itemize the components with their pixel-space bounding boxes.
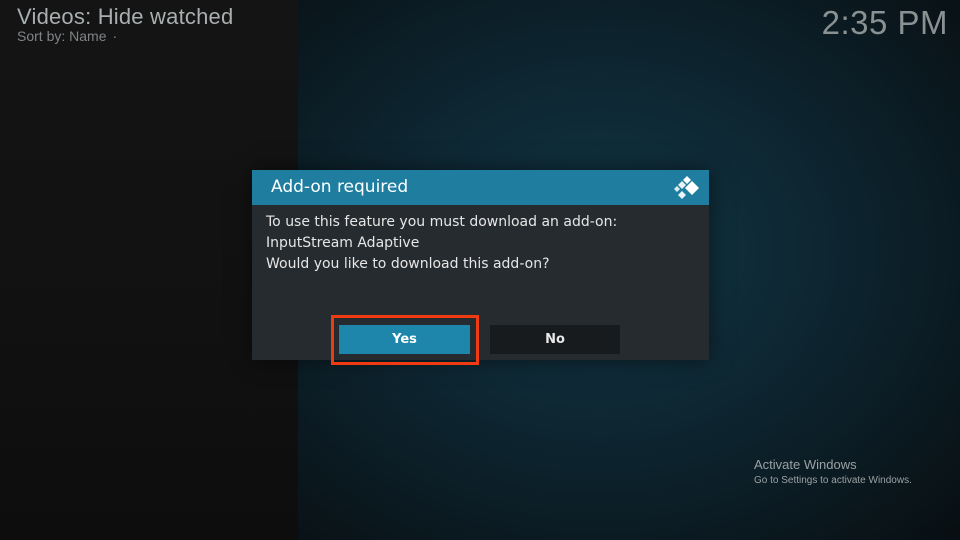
dialog-title: Add-on required — [271, 177, 409, 197]
sort-indicator[interactable]: Sort by: Name · — [17, 28, 117, 44]
page-title: Videos: Hide watched — [17, 4, 234, 29]
message-line: Would you like to download this add-on? — [266, 256, 550, 272]
activate-windows-subtitle: Go to Settings to activate Windows. — [754, 475, 912, 486]
message-line: To use this feature you must download an… — [266, 214, 618, 230]
clock: 2:35 PM — [821, 4, 948, 41]
activate-windows-title: Activate Windows — [754, 457, 857, 472]
sort-dot: · — [112, 28, 118, 44]
kodi-screen: Videos: Hide watched Sort by: Name · 2:35… — [0, 0, 960, 540]
addon-required-dialog: Add-on required To use this feature you … — [252, 170, 709, 360]
dialog-header: Add-on required — [252, 170, 709, 205]
message-line-addon-name: InputStream Adaptive — [266, 235, 420, 251]
yes-button[interactable]: Yes — [339, 325, 470, 354]
dialog-message: To use this feature you must download an… — [266, 212, 696, 275]
kodi-logo-icon — [674, 176, 699, 199]
sort-label: Sort by: Name — [17, 28, 107, 44]
no-button[interactable]: No — [490, 325, 620, 354]
